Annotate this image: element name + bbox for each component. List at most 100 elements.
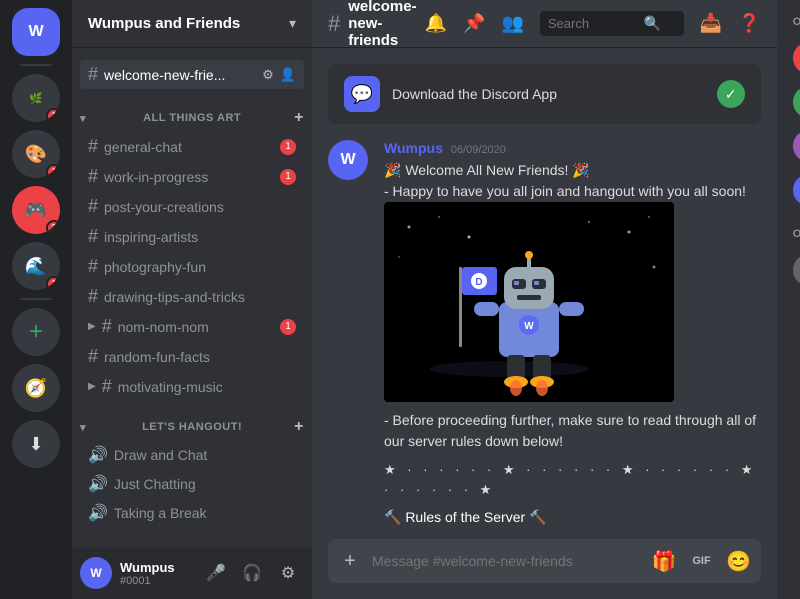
add-channel-icon[interactable]: + [294,109,304,127]
channel-nom-nom[interactable]: ▶ # nom-nom-nom 1 [80,312,304,341]
message-header: Wumpus 06/09/2020 [384,140,761,156]
pin-icon[interactable]: 📌 [463,13,485,34]
main-content: # welcome-new-friends 🔔 📌 👥 🔍 📥 ❓ 💬 Down… [312,0,777,599]
hash-icon: # [102,376,112,397]
channel-name: random-fun-facts [104,349,296,365]
user-status: #0001 [120,575,192,587]
members-icon[interactable]: 👤 [280,67,296,83]
explore-button[interactable]: 🧭 [12,364,60,412]
category-hangout: ▾ LET'S HANGOUT! + [72,402,312,440]
speaker-icon: 🔊 [88,503,108,523]
hash-icon: # [88,346,98,367]
channel-drawing-tips[interactable]: # drawing-tips-and-tricks [80,282,304,311]
rules-link[interactable]: 🔨 Rules of the Server 🔨 [384,507,761,528]
channel-sidebar: Wumpus and Friends ▾ # welcome-new-frie.… [72,0,312,599]
voice-channel-name: Taking a Break [114,505,207,521]
search-box[interactable]: 🔍 [540,11,684,36]
search-icon: 🔍 [644,15,661,32]
category-label: ALL THINGS ART [143,112,241,124]
download-text: Download the Discord App [392,86,705,102]
emoji-button[interactable]: 😊 [721,539,757,583]
channel-general-chat[interactable]: # general-chat 1 [80,132,304,161]
channel-hash-icon: # [328,11,340,37]
gif-button[interactable]: GIF [686,551,716,571]
member-clydes-other-cousin[interactable]: CO Clyde's Other Cousin [785,80,800,124]
message-input[interactable] [372,542,642,580]
voice-channel-name: Draw and Chat [114,447,207,463]
hash-icon: # [88,286,98,307]
channel-random-facts[interactable]: # random-fun-facts [80,342,304,371]
member-clydes-cousin[interactable]: CC Clyde's Cousin [785,36,800,80]
user-avatar: W [80,557,112,589]
channel-badge: 1 [280,139,296,155]
user-panel: W Wumpus #0001 🎤 🎧 ⚙ [72,547,312,599]
add-server-button[interactable]: + [12,308,60,356]
robot-image: D [384,202,674,402]
inbox-icon[interactable]: 📥 [700,13,722,34]
server-icon-3[interactable]: 🎮 3 [12,186,60,234]
add-channel-icon[interactable]: + [294,418,304,436]
add-attachment-button[interactable]: + [332,539,368,583]
server-icon-1[interactable]: 🌿 1 [12,74,60,122]
channel-name: photography-fun [104,259,296,275]
mute-button[interactable]: 🎤 [200,557,232,589]
discord-icon: 💬 [344,76,380,112]
member-clydes-friend[interactable]: CF Clyde's Friend [785,248,800,292]
gift-button[interactable]: 🎁 [646,539,682,583]
message-input-area: + 🎁 GIF 😊 [312,539,777,599]
member-wumpus[interactable]: W Wumpus 🔥 [785,168,800,212]
settings-button[interactable]: ⚙ [272,557,304,589]
server-icon-wumpus[interactable]: W [12,8,60,56]
settings-icon[interactable]: ⚙ [262,67,274,83]
channel-name: general-chat [104,139,274,155]
bell-icon[interactable]: 🔔 [425,13,447,34]
search-input[interactable] [548,16,638,31]
stars-line: ★ · · · · · · ★ · · · · · · ★ · · · · · … [384,460,761,499]
wumpus-avatar[interactable]: W [328,140,368,180]
download-button[interactable]: ⬇ [12,420,60,468]
pinned-channel-name: welcome-new-frie... [104,67,256,83]
member-nelly[interactable]: N Nelly [785,124,800,168]
help-icon[interactable]: ❓ [738,13,760,34]
hash-icon: # [88,136,98,157]
voice-channel-name: Just Chatting [114,476,196,492]
user-name: Wumpus [120,560,192,575]
message-line-1: 🎉 Welcome All New Friends! 🎉 [384,160,761,181]
collapse-icon[interactable]: ▾ [80,112,86,125]
message-text: 🎉 Welcome All New Friends! 🎉 - Happy to … [384,160,761,202]
channel-header-name: welcome-new-friends [348,0,416,49]
member-avatar: CC [793,42,800,74]
server-header[interactable]: Wumpus and Friends ▾ [72,0,312,48]
channel-name: inspiring-artists [104,229,296,245]
channel-motivating-music[interactable]: ▶ # motivating-music [80,372,304,401]
channel-inspiring[interactable]: # inspiring-artists [80,222,304,251]
hash-icon: # [88,256,98,277]
category-label: LET'S HANGOUT! [142,421,242,433]
members-icon[interactable]: 👥 [501,13,523,34]
server-icon-2[interactable]: 🎨 1 [12,130,60,178]
voice-draw-chat[interactable]: 🔊 Draw and Chat [80,441,304,469]
hash-icon: # [88,64,98,85]
server-icon-4[interactable]: 🌊 1 [12,242,60,290]
hash-icon: # [88,226,98,247]
before-rules: - Before proceeding further, make sure t… [384,410,761,452]
server-badge-2: 1 [46,164,60,178]
input-right-buttons: 🎁 GIF 😊 [646,539,756,583]
deafen-button[interactable]: 🎧 [236,557,268,589]
pinned-channel[interactable]: # welcome-new-frie... ⚙ 👤 [80,60,304,89]
voice-just-chatting[interactable]: 🔊 Just Chatting [80,470,304,498]
server-divider-2 [20,298,52,300]
server-list: W 🌿 1 🎨 1 🎮 3 🌊 1 + 🧭 ⬇ [0,0,72,599]
server-divider [20,64,52,66]
voice-taking-break[interactable]: 🔊 Taking a Break [80,499,304,527]
online-section-title: ONLINE—4 [785,16,800,28]
collapse-icon[interactable]: ▾ [80,421,86,434]
members-sidebar: ONLINE—4 CC Clyde's Cousin CO Clyde's Ot… [777,0,800,599]
channel-post-creations[interactable]: # post-your-creations [80,192,304,221]
member-avatar: CF [793,254,800,286]
channel-work-in-progress[interactable]: # work-in-progress 1 [80,162,304,191]
channel-badge: 1 [280,169,296,185]
member-avatar: W [793,174,800,206]
category-art: ▾ ALL THINGS ART + [72,93,312,131]
channel-photography[interactable]: # photography-fun [80,252,304,281]
